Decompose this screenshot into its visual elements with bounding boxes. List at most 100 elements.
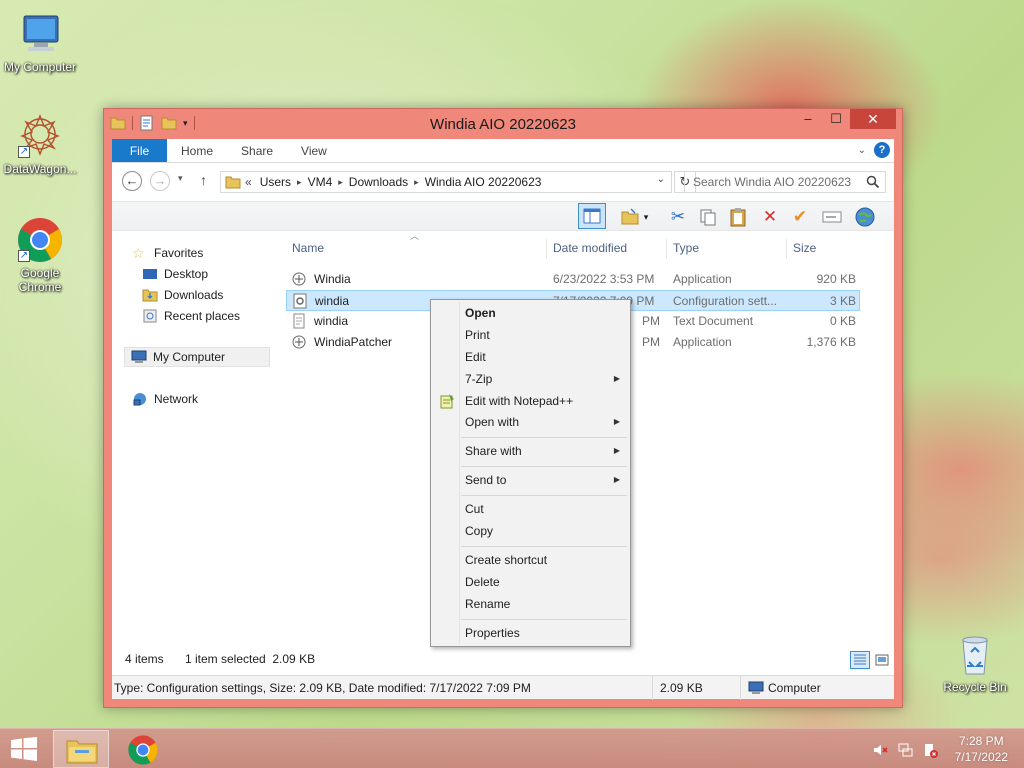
address-row: ← → ▾ ↑ « Users ▸ VM4 ▸ Downloads ▸ Wind… bbox=[112, 167, 894, 197]
menu-item-edit[interactable]: Edit bbox=[433, 346, 628, 368]
select-button[interactable]: ✔ bbox=[788, 205, 812, 229]
nav-item-desktop[interactable]: Desktop bbox=[142, 264, 208, 284]
column-header-type[interactable]: Type bbox=[673, 241, 699, 259]
desktop-icon-label: Recycle Bin bbox=[943, 680, 1007, 694]
taskbar-file-explorer[interactable] bbox=[53, 730, 109, 768]
menu-item-properties[interactable]: Properties bbox=[433, 622, 628, 644]
desktop-icon-recycle-bin[interactable]: Recycle Bin bbox=[935, 630, 1015, 694]
submenu-arrow-icon: ▶ bbox=[613, 374, 620, 383]
ribbon-tabs: File Home Share View ⌄ ? bbox=[112, 139, 894, 163]
menu-item-label: Rename bbox=[465, 597, 511, 611]
network-tray-icon[interactable] bbox=[898, 742, 914, 758]
tab-file[interactable]: File bbox=[112, 139, 167, 162]
breadcrumb-separator-icon[interactable]: ▸ bbox=[336, 177, 345, 188]
recent-places-icon bbox=[143, 309, 157, 323]
back-button[interactable]: ← bbox=[122, 171, 142, 191]
tab-home[interactable]: Home bbox=[167, 139, 227, 162]
delete-button[interactable]: ✕ bbox=[758, 205, 782, 229]
breadcrumb-downloads[interactable]: Downloads bbox=[345, 175, 412, 189]
menu-item-create-shortcut[interactable]: Create shortcut bbox=[433, 549, 628, 571]
nav-item-downloads[interactable]: Downloads bbox=[142, 285, 223, 305]
copy-icon bbox=[700, 209, 716, 226]
tab-share[interactable]: Share bbox=[227, 139, 287, 162]
minimize-button[interactable]: – bbox=[794, 109, 822, 129]
menu-item-7zip[interactable]: 7-Zip ▶ bbox=[433, 368, 628, 390]
start-button[interactable] bbox=[10, 737, 38, 761]
nav-item-network[interactable]: Network bbox=[132, 389, 198, 409]
menu-item-open[interactable]: Open bbox=[433, 302, 628, 324]
menu-item-delete[interactable]: Delete bbox=[433, 571, 628, 593]
breadcrumb-separator-icon[interactable]: ▸ bbox=[412, 177, 421, 188]
search-input[interactable]: Search Windia AIO 20220623 bbox=[684, 171, 886, 193]
close-button[interactable]: ✕ bbox=[850, 109, 896, 129]
desktop-icon-label: My Computer bbox=[3, 60, 77, 74]
file-name: windia bbox=[314, 314, 349, 328]
menu-item-print[interactable]: Print bbox=[433, 324, 628, 346]
title-bar[interactable]: ▾ Windia AIO 20220623 – ☐ ✕ bbox=[104, 109, 902, 139]
clock[interactable]: 7:28 PM 7/17/2022 bbox=[955, 733, 1008, 765]
recent-locations-icon[interactable]: ▾ bbox=[178, 173, 183, 184]
delete-x-icon: ✕ bbox=[762, 207, 778, 226]
sort-ascending-icon: ︿ bbox=[410, 231, 420, 241]
menu-item-send-to[interactable]: Send to ▶ bbox=[433, 469, 628, 491]
preview-pane-button[interactable] bbox=[578, 203, 606, 229]
windows-logo-icon bbox=[11, 737, 37, 761]
menu-item-copy[interactable]: Copy bbox=[433, 520, 628, 542]
breadcrumb-users[interactable]: Users bbox=[256, 175, 295, 189]
copy-button[interactable] bbox=[696, 205, 720, 229]
help-icon[interactable]: ? bbox=[874, 142, 890, 158]
address-bar[interactable]: « Users ▸ VM4 ▸ Downloads ▸ Windia AIO 2… bbox=[220, 171, 672, 193]
clipboard-icon bbox=[730, 208, 746, 227]
paste-button[interactable] bbox=[726, 205, 750, 229]
column-header-date[interactable]: Date modified bbox=[553, 241, 627, 259]
address-dropdown-icon[interactable]: ⌄ bbox=[657, 174, 665, 185]
menu-item-edit-with-notepadpp[interactable]: Edit with Notepad++ bbox=[433, 390, 628, 412]
action-center-icon[interactable] bbox=[922, 742, 938, 758]
breadcrumb-vm4[interactable]: VM4 bbox=[304, 175, 337, 189]
menu-item-rename[interactable]: Rename bbox=[433, 593, 628, 615]
search-icon[interactable] bbox=[866, 175, 880, 189]
taskbar-google-chrome[interactable] bbox=[115, 730, 171, 768]
breadcrumb-current[interactable]: Windia AIO 20220623 bbox=[421, 175, 546, 189]
file-row[interactable]: Windia 6/23/2022 3:53 PM Application 920… bbox=[286, 269, 860, 290]
menu-item-label: Print bbox=[465, 328, 490, 342]
menu-item-label: Send to bbox=[465, 473, 507, 487]
nav-item-label: Desktop bbox=[164, 267, 209, 281]
nav-item-favorites[interactable]: ☆ Favorites bbox=[132, 243, 203, 263]
file-size: 920 KB bbox=[816, 272, 856, 286]
large-icons-view-button[interactable] bbox=[872, 651, 892, 669]
menu-item-share-with[interactable]: Share with ▶ bbox=[433, 440, 628, 462]
tab-view[interactable]: View bbox=[287, 139, 341, 162]
move-to-button[interactable] bbox=[618, 205, 642, 229]
breadcrumb-overflow[interactable]: « bbox=[241, 175, 256, 189]
column-divider[interactable] bbox=[786, 239, 787, 259]
network-button[interactable] bbox=[852, 205, 878, 229]
nav-item-recent-places[interactable]: Recent places bbox=[142, 306, 240, 326]
nav-item-my-computer[interactable]: My Computer bbox=[124, 347, 270, 367]
details-view-button[interactable] bbox=[850, 651, 870, 669]
menu-item-cut[interactable]: Cut bbox=[433, 498, 628, 520]
computer-icon bbox=[748, 681, 764, 694]
nav-item-label: My Computer bbox=[153, 350, 226, 364]
shortcut-arrow-icon: ↗ bbox=[18, 146, 30, 158]
forward-button[interactable]: → bbox=[150, 171, 170, 191]
move-to-dropdown-icon[interactable]: ▾ bbox=[640, 205, 652, 229]
breadcrumb-separator-icon[interactable]: ▸ bbox=[295, 177, 304, 188]
column-header-size[interactable]: Size bbox=[793, 241, 816, 259]
desktop-icon-datawagon[interactable]: ↗ DataWagon... bbox=[0, 112, 80, 176]
menu-item-open-with[interactable]: Open with ▶ bbox=[433, 411, 628, 433]
column-header-name[interactable]: Name bbox=[292, 241, 324, 259]
desktop-icon-my-computer[interactable]: My Computer bbox=[0, 10, 80, 74]
menu-item-label: Cut bbox=[465, 502, 484, 516]
ribbon-expand-icon[interactable]: ⌄ bbox=[858, 145, 866, 156]
cut-button[interactable]: ✂ bbox=[666, 205, 690, 229]
rename-button[interactable] bbox=[820, 205, 844, 229]
item-count: 4 items bbox=[125, 652, 164, 666]
column-divider[interactable] bbox=[546, 239, 547, 259]
desktop-icon-google-chrome[interactable]: ↗ Google Chrome bbox=[0, 216, 80, 294]
column-divider[interactable] bbox=[666, 239, 667, 259]
scissors-icon: ✂ bbox=[670, 207, 686, 226]
maximize-button[interactable]: ☐ bbox=[822, 109, 850, 129]
up-button[interactable]: ↑ bbox=[200, 172, 207, 188]
volume-muted-icon[interactable] bbox=[872, 742, 888, 758]
